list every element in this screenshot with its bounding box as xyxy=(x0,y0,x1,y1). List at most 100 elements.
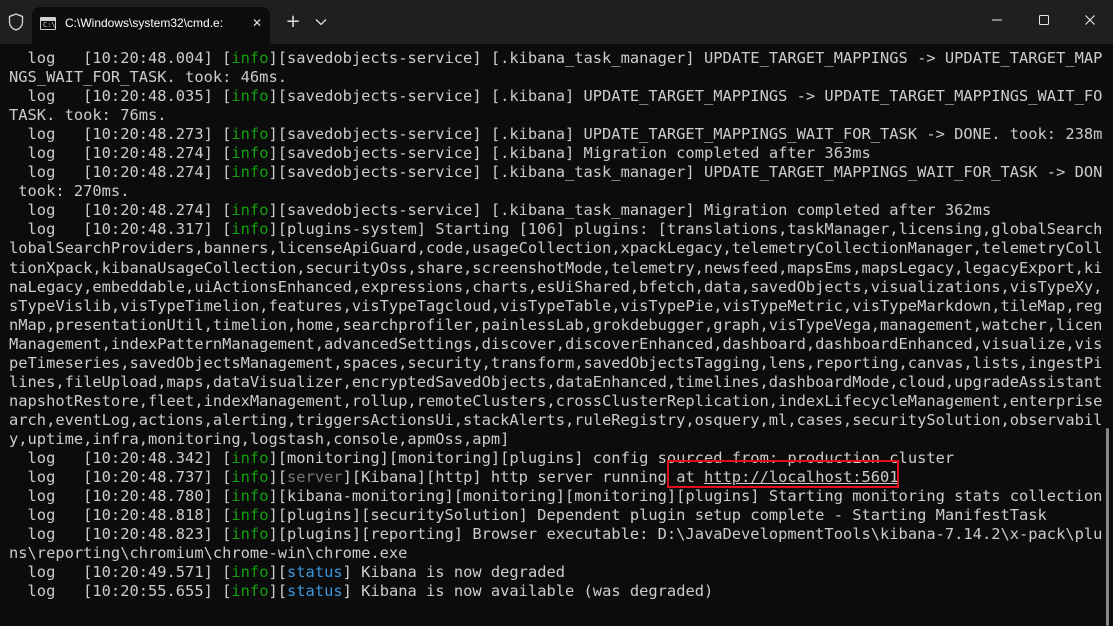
console-line: log [10:20:48.823] [info][plugins][repor… xyxy=(9,525,1113,544)
console-line: log [10:20:48.274] [info][savedobjects-s… xyxy=(9,201,1113,220)
console-text: ][plugins-system] Starting [106] plugins… xyxy=(268,220,1113,239)
title-bar: C:\ C:\Windows\system32\cmd.e: ✕ + xyxy=(0,0,1113,44)
plus-icon[interactable]: + xyxy=(284,12,302,32)
console-text: ][Kibana][http] http server running at xyxy=(342,468,704,487)
console-line: log [10:20:48.342] [info][monitoring][mo… xyxy=(9,449,1113,468)
url-highlight-box xyxy=(667,460,899,488)
console-text: ][savedobjects-service] [.kibana_task_ma… xyxy=(268,163,1113,182)
console-text: ] Kibana is now degraded xyxy=(342,563,566,582)
console-text: NGS_WAIT_FOR_TASK. took: 46ms. xyxy=(9,68,287,87)
console-text: info xyxy=(231,448,269,467)
console-line: log [10:20:48.780] [info][kibana-monitor… xyxy=(9,487,1113,506)
console-line: log [10:20:48.035] [info][savedobjects-s… xyxy=(9,87,1113,106)
console-line: log [10:20:48.273] [info][savedobjects-s… xyxy=(9,125,1113,144)
console-text: info xyxy=(231,49,269,67)
console-text: ][ xyxy=(268,582,288,601)
console-text: tionXpack,kibanaUsageCollection,security… xyxy=(9,258,1113,277)
close-icon[interactable]: ✕ xyxy=(250,16,264,30)
console-text: info xyxy=(231,125,269,144)
console-text: ] Kibana is now available (was degraded) xyxy=(342,582,714,601)
console-line: log [10:20:48.004] [info][savedobjects-s… xyxy=(9,49,1113,68)
console-text: ][ xyxy=(268,563,288,582)
console-text: info xyxy=(231,525,269,544)
console-text: sTypeVislib,visTypeTimelion,features,vis… xyxy=(9,296,1113,315)
console-text: info xyxy=(231,468,269,487)
console-text: napshotRestore,fleet,indexManagement,rol… xyxy=(9,391,1113,410)
console-text: log [10:20:48.274] [ xyxy=(9,201,232,220)
console-line: log [10:20:48.737] [info][server][Kibana… xyxy=(9,468,1113,487)
console-text: y,uptime,infra,monitoring,logstash,conso… xyxy=(9,429,510,448)
console-line: lobalSearchProviders,banners,licenseApiG… xyxy=(9,239,1113,258)
console-line: log [10:20:49.571] [info][status] Kibana… xyxy=(9,563,1113,582)
chevron-down-icon[interactable] xyxy=(314,12,328,32)
console-text: log [10:20:48.273] [ xyxy=(9,125,232,144)
console-text: info xyxy=(231,163,269,182)
console-text: TASK. took: 76ms. xyxy=(9,106,167,125)
console-text: Management,indexPatternManagement,advanc… xyxy=(9,334,1113,353)
terminal-text: log [10:20:48.004] [info][savedobjects-s… xyxy=(9,49,1113,601)
console-text: ns\reporting\chromium\chrome-win\chrome.… xyxy=(9,544,408,563)
console-line: log [10:20:48.274] [info][savedobjects-s… xyxy=(9,163,1113,182)
console-line: Management,indexPatternManagement,advanc… xyxy=(9,335,1113,354)
tab-cmd[interactable]: C:\ C:\Windows\system32\cmd.e: ✕ xyxy=(32,7,270,44)
console-text: log [10:20:48.274] [ xyxy=(9,144,232,163)
console-text: ][savedobjects-service] [.kibana] Migrat… xyxy=(268,144,871,163)
console-text: arch,eventLog,actions,alerting,triggersA… xyxy=(9,410,1113,429)
console-line: sTypeVislib,visTypeTimelion,features,vis… xyxy=(9,297,1113,316)
console-text: log [10:20:48.342] [ xyxy=(9,448,232,467)
tab-title: C:\Windows\system32\cmd.e: xyxy=(65,16,224,30)
console-text: nMap,presentationUtil,timelion,home,sear… xyxy=(9,315,1113,334)
maximize-icon[interactable] xyxy=(1032,10,1056,30)
console-line: tionXpack,kibanaUsageCollection,security… xyxy=(9,259,1113,278)
console-text: ][plugins][securitySolution] Dependent p… xyxy=(268,506,1047,525)
console-line: nMap,presentationUtil,timelion,home,sear… xyxy=(9,316,1113,335)
console-text: status xyxy=(287,582,343,601)
console-line: arch,eventLog,actions,alerting,triggersA… xyxy=(9,411,1113,430)
console-output[interactable]: log [10:20:48.004] [info][savedobjects-s… xyxy=(0,44,1113,626)
console-text: log [10:20:48.780] [ xyxy=(9,487,232,506)
console-text: ][kibana-monitoring][monitoring][monitor… xyxy=(268,487,1103,506)
console-text: log [10:20:48.274] [ xyxy=(9,163,232,182)
console-text: info xyxy=(231,506,269,525)
scrollbar-thumb[interactable] xyxy=(1106,428,1109,626)
console-text: log [10:20:48.823] [ xyxy=(9,525,232,544)
console-text: ][ xyxy=(268,468,288,487)
console-text: info xyxy=(231,582,269,601)
console-text: info xyxy=(231,87,269,106)
console-text: took: 270ms. xyxy=(9,182,130,201)
console-text: info xyxy=(231,201,269,220)
console-text: log [10:20:48.035] [ xyxy=(9,87,232,106)
console-text: log [10:20:48.004] [ xyxy=(9,49,232,67)
console-line: TASK. took: 76ms. xyxy=(9,106,1113,125)
console-text: log [10:20:48.818] [ xyxy=(9,506,232,525)
close-window-icon[interactable] xyxy=(1078,10,1102,30)
console-text: info xyxy=(231,144,269,163)
console-text: log [10:20:55.655] [ xyxy=(9,582,232,601)
console-line: peTimeseries,savedObjectsManagement,spac… xyxy=(9,354,1113,373)
console-line: took: 270ms. xyxy=(9,182,1113,201)
console-line: napshotRestore,fleet,indexManagement,rol… xyxy=(9,392,1113,411)
scrollbar[interactable] xyxy=(1103,44,1113,626)
console-text: ][plugins][reporting] Browser executable… xyxy=(268,525,1113,544)
console-line: ns\reporting\chromium\chrome-win\chrome.… xyxy=(9,544,1113,563)
console-text: ][savedobjects-service] [.kibana_task_ma… xyxy=(268,201,992,220)
console-text: info xyxy=(231,487,269,506)
console-text: lines,fileUpload,maps,dataVisualizer,enc… xyxy=(9,372,1113,391)
console-text: ][savedobjects-service] [.kibana] UPDATE… xyxy=(268,87,1113,106)
console-text: info xyxy=(231,563,269,582)
shield-icon[interactable] xyxy=(6,12,26,32)
console-line: lines,fileUpload,maps,dataVisualizer,enc… xyxy=(9,373,1113,392)
console-text: server xyxy=(287,468,343,487)
console-line: log [10:20:48.818] [info][plugins][secur… xyxy=(9,506,1113,525)
console-line: log [10:20:48.317] [info][plugins-system… xyxy=(9,220,1113,239)
console-text: peTimeseries,savedObjectsManagement,spac… xyxy=(9,353,1113,372)
console-line: log [10:20:48.274] [info][savedobjects-s… xyxy=(9,144,1113,163)
console-text: ][savedobjects-service] [.kibana] UPDATE… xyxy=(268,125,1113,144)
console-text: lobalSearchProviders,banners,licenseApiG… xyxy=(9,239,1113,258)
console-line: y,uptime,infra,monitoring,logstash,conso… xyxy=(9,430,1113,449)
console-line: log [10:20:55.655] [info][status] Kibana… xyxy=(9,582,1113,601)
terminal-app-icon: C:\ xyxy=(40,17,56,30)
console-text: status xyxy=(287,563,343,582)
console-line: naLegacy,embeddable,uiActionsEnhanced,ex… xyxy=(9,278,1113,297)
minimize-icon[interactable] xyxy=(985,10,1009,30)
